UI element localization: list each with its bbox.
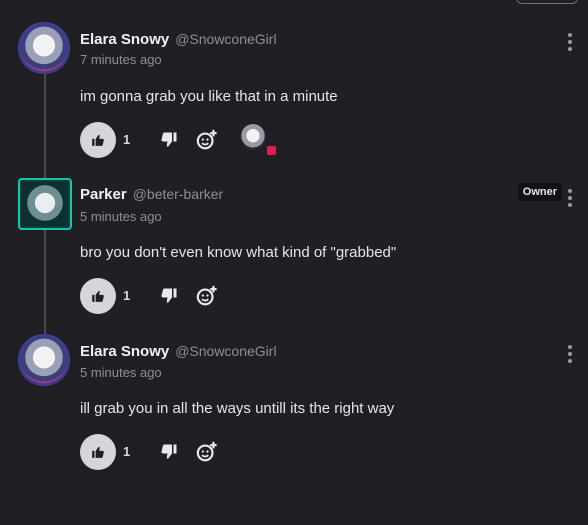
thumbs-down-icon[interactable] bbox=[160, 131, 178, 149]
add-reaction-icon[interactable] bbox=[196, 285, 218, 307]
author-handle: @SnowconeGirl bbox=[175, 343, 277, 359]
author-name[interactable]: Parker bbox=[80, 186, 127, 203]
avatar[interactable] bbox=[18, 22, 70, 74]
add-reaction-icon[interactable] bbox=[196, 129, 218, 151]
thumbs-up-icon bbox=[92, 134, 104, 146]
reaction-badge bbox=[267, 146, 276, 155]
comment-text: im gonna grab you like that in a minute bbox=[80, 88, 338, 105]
avatar[interactable] bbox=[18, 334, 70, 386]
comment-actions: 1 bbox=[80, 278, 340, 314]
top-right-tab bbox=[516, 0, 578, 4]
thumbs-up-icon bbox=[92, 446, 104, 458]
comment-actions: 1 bbox=[80, 122, 340, 158]
thumbs-up-icon bbox=[92, 290, 104, 302]
timestamp: 5 minutes ago bbox=[80, 209, 162, 224]
like-count: 1 bbox=[123, 444, 131, 459]
comment-text: ill grab you in all the ways untill its … bbox=[80, 400, 395, 417]
like-count: 1 bbox=[123, 288, 131, 303]
author-name[interactable]: Elara Snowy bbox=[80, 343, 169, 360]
owner-badge: Owner bbox=[517, 183, 562, 201]
like-button[interactable] bbox=[80, 122, 116, 158]
like-button[interactable] bbox=[80, 278, 116, 314]
comment-actions: 1 bbox=[80, 434, 340, 470]
like-button[interactable] bbox=[80, 434, 116, 470]
more-vertical-icon[interactable] bbox=[568, 33, 572, 51]
more-vertical-icon[interactable] bbox=[568, 345, 572, 363]
comment-header: Elara Snowy @SnowconeGirl bbox=[80, 343, 277, 360]
add-reaction-icon[interactable] bbox=[196, 441, 218, 463]
comment-header: Parker @beter-barker bbox=[80, 186, 223, 203]
comment-header: Elara Snowy @SnowconeGirl bbox=[80, 31, 277, 48]
avatar[interactable] bbox=[18, 178, 72, 230]
more-vertical-icon[interactable] bbox=[568, 189, 572, 207]
reactor-avatar[interactable] bbox=[240, 124, 266, 150]
thumbs-down-icon[interactable] bbox=[160, 443, 178, 461]
timestamp: 5 minutes ago bbox=[80, 365, 162, 380]
like-count: 1 bbox=[123, 132, 131, 147]
author-name[interactable]: Elara Snowy bbox=[80, 31, 169, 48]
author-handle: @beter-barker bbox=[132, 186, 224, 202]
thumbs-down-icon[interactable] bbox=[160, 287, 178, 305]
timestamp: 7 minutes ago bbox=[80, 52, 162, 67]
author-handle: @SnowconeGirl bbox=[175, 31, 277, 47]
comment-text: bro you don't even know what kind of "gr… bbox=[80, 244, 397, 261]
